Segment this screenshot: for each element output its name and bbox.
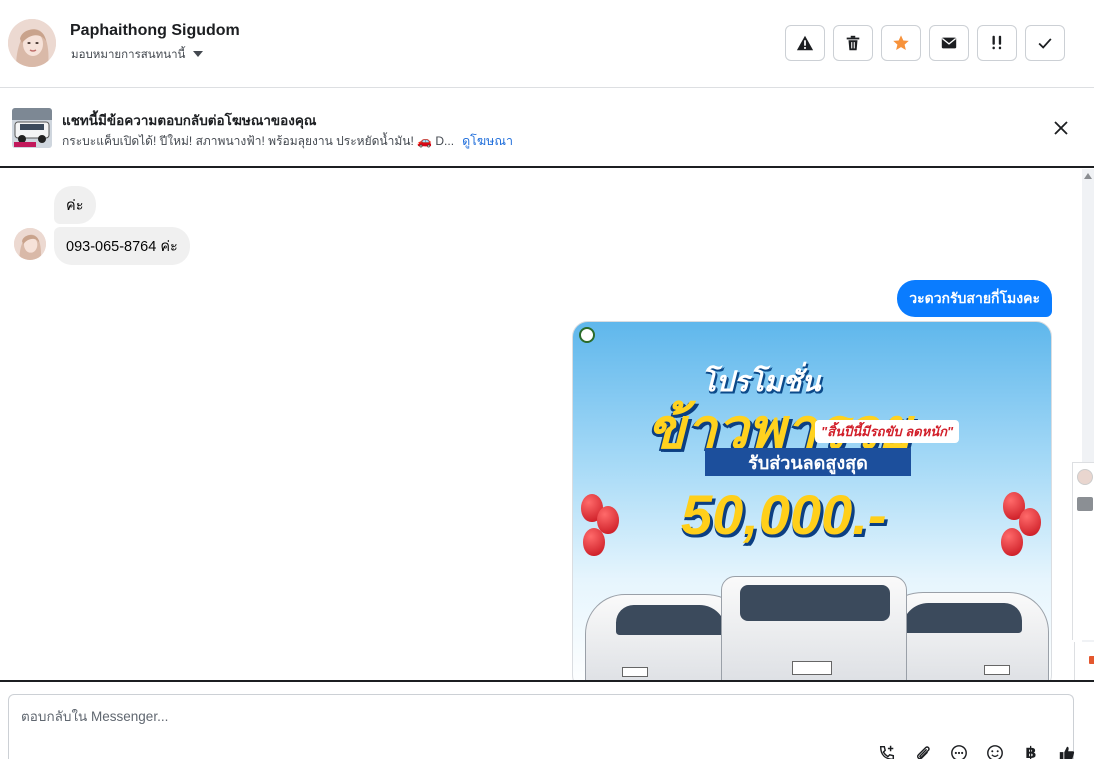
conversation-header: Paphaithong Sigudom มอบหมายการสนทนานี้: [0, 0, 1094, 88]
side-panel-fragment: [1072, 462, 1094, 640]
ad-banner-title: แชทนี้มีข้อความตอบกลับต่อโฆษณาของคุณ: [62, 113, 317, 128]
reply-input[interactable]: [21, 709, 821, 724]
promo-band-text: รับส่วนลดสูงสุด: [705, 448, 911, 476]
star-icon: [893, 35, 909, 51]
user-avatar-image: [14, 228, 46, 260]
ad-reply-banner: แชทนี้มีข้อความตอบกลับต่อโฆษณาของคุณ กระ…: [0, 88, 1094, 168]
assign-conversation-dropdown[interactable]: มอบหมายการสนทนานี้: [71, 46, 204, 64]
composer-toolbar: ฿: [875, 741, 1079, 759]
more-options-icon: [951, 745, 967, 759]
payment-button[interactable]: ฿: [1019, 741, 1043, 759]
balloon-icon: [1001, 528, 1023, 556]
balloon-icon: [583, 528, 605, 556]
saved-replies-button[interactable]: [947, 741, 971, 759]
caret-down-icon: [193, 50, 204, 57]
ad-thumbnail[interactable]: [12, 108, 52, 148]
incoming-message[interactable]: 093-065-8764 ค่ะ: [54, 227, 190, 265]
conversation-actions-toolbar: [785, 25, 1065, 61]
delete-button[interactable]: [833, 25, 873, 61]
notification-icon: [1089, 656, 1094, 664]
spam-button[interactable]: [785, 25, 825, 61]
checkmark-icon: [1038, 38, 1052, 49]
contact-avatar-small[interactable]: [14, 228, 46, 260]
composer-box: ฿: [8, 694, 1075, 759]
ad-thumbnail-image: [12, 108, 52, 148]
like-button[interactable]: [1055, 741, 1079, 759]
close-banner-button[interactable]: [1050, 117, 1072, 139]
view-ad-link[interactable]: ดูโฆษณา: [462, 131, 513, 151]
contact-name[interactable]: Paphaithong Sigudom: [70, 22, 240, 40]
trash-icon: [846, 35, 860, 51]
incoming-message[interactable]: ค่ะ: [54, 186, 96, 224]
message-thread[interactable]: ค่ะ 093-065-8764 ค่ะ วะดวกรับสายกี่โมงคะ…: [0, 169, 1082, 680]
exclamation-icon: [992, 35, 1002, 50]
emoji-button[interactable]: [983, 741, 1007, 759]
close-icon: [1054, 121, 1068, 135]
call-button[interactable]: [875, 741, 899, 759]
promo-amount: 50,000.-: [681, 483, 887, 546]
attachment-icon: [917, 746, 930, 759]
scroll-up-arrow-icon[interactable]: [1084, 173, 1092, 179]
promo-tagline: "สิ้นปีนี้มีรถขับ ลดหนัก": [815, 420, 960, 443]
ad-banner-subtitle: กระบะแค็บเปิดได้! ปีใหม่! สภาพนางฟ้า! พร…: [62, 133, 455, 148]
user-avatar-image: [8, 19, 56, 67]
outgoing-message[interactable]: วะดวกรับสายกี่โมงคะ: [897, 280, 1052, 317]
balloon-icon: [1019, 508, 1041, 536]
message-composer: ฿: [0, 680, 1094, 759]
mark-unread-button[interactable]: [929, 25, 969, 61]
warning-icon: [796, 35, 814, 51]
user-avatar-icon[interactable]: [1077, 469, 1093, 485]
star-button[interactable]: [881, 25, 921, 61]
baht-icon: ฿: [1025, 745, 1037, 759]
promo-image-attachment[interactable]: โปรโมชั่น ข้าวพารวย "สิ้นปีนี้มีรถขับ ลด…: [572, 321, 1052, 680]
attach-button[interactable]: [911, 741, 935, 759]
brand-logo-icon: [579, 327, 595, 343]
mark-done-button[interactable]: [1025, 25, 1065, 61]
assign-conversation-label: มอบหมายการสนทนานี้: [71, 49, 186, 61]
ad-banner-subtitle-row: กระบะแค็บเปิดได้! ปีใหม่! สภาพนางฟ้า! พร…: [62, 131, 513, 151]
envelope-icon: [941, 37, 957, 49]
contact-avatar[interactable]: [8, 19, 56, 67]
call-add-icon: [879, 745, 895, 759]
ad-thumbnail-icon[interactable]: [1077, 497, 1093, 511]
thumbs-up-icon: [1059, 746, 1075, 759]
pickup-truck-image: [721, 576, 907, 680]
follow-up-button[interactable]: [977, 25, 1017, 61]
emoji-icon: [987, 745, 1003, 759]
